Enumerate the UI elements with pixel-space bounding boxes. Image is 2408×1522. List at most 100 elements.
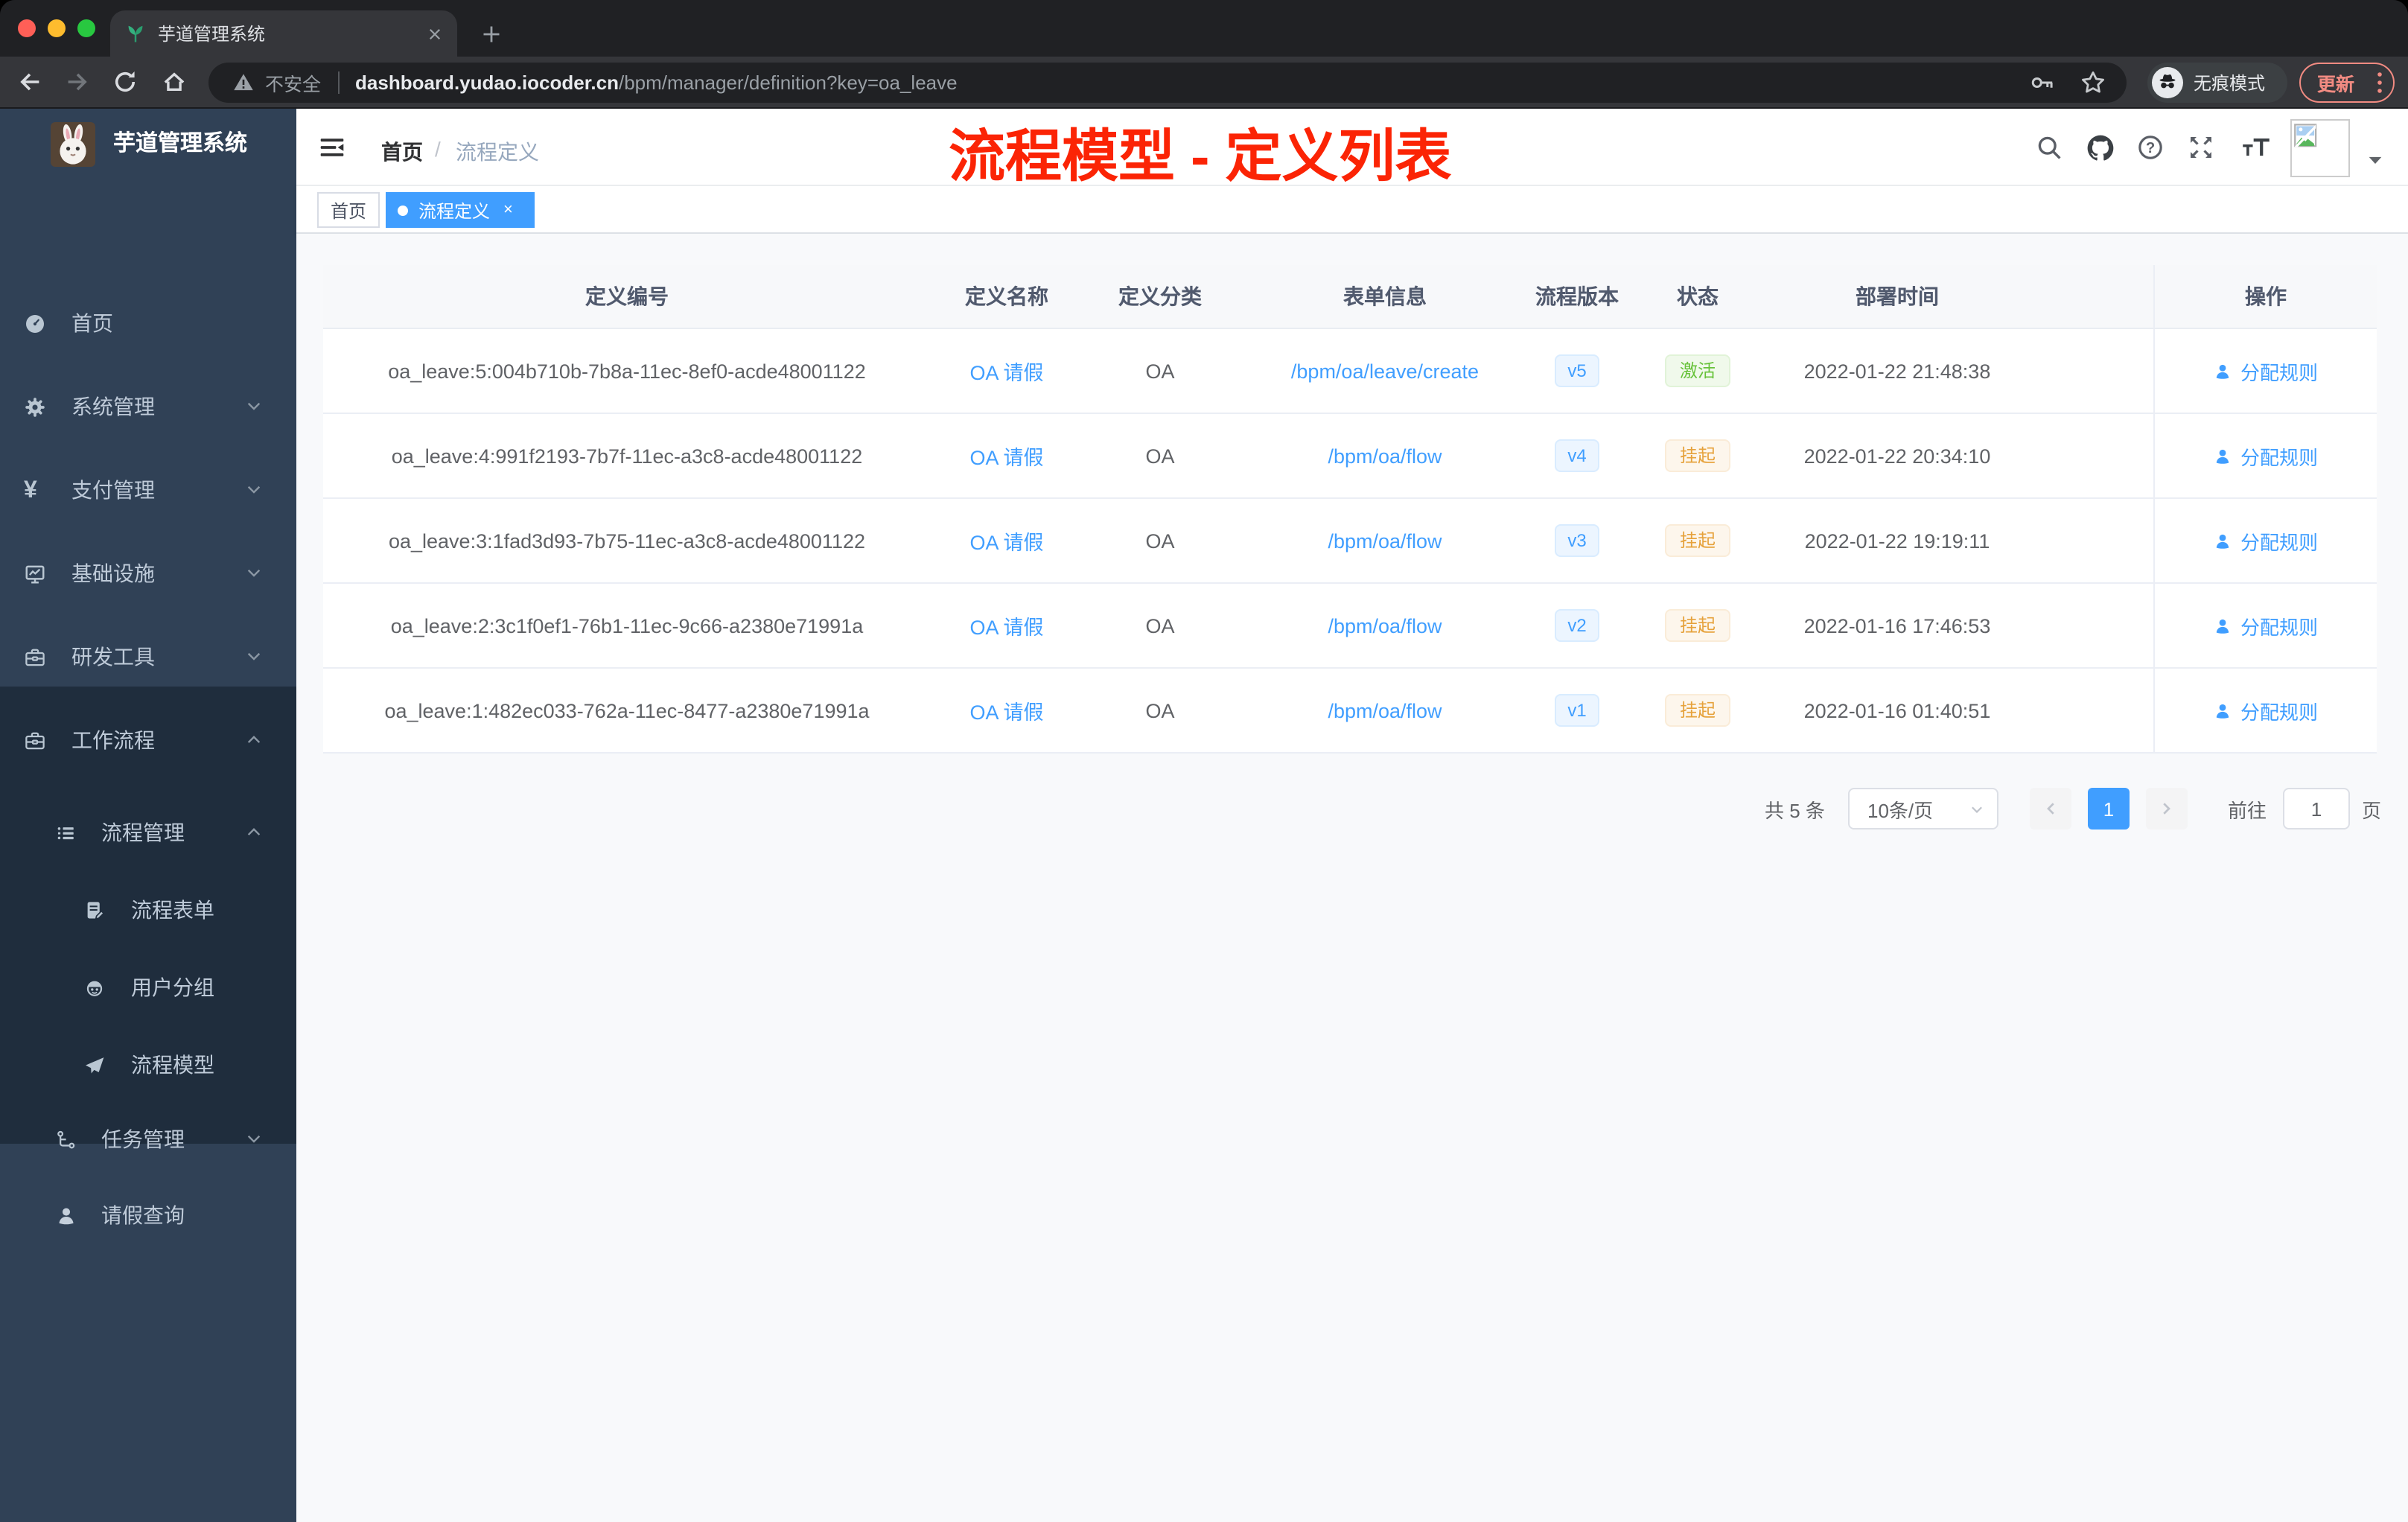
definition-id: oa_leave:1:482ec033-762a-11ec-8477-a2380… [323, 669, 931, 754]
tag-process-definition[interactable]: 流程定义 × [386, 192, 535, 228]
home-icon[interactable] [161, 69, 188, 95]
form-link[interactable]: /bpm/oa/leave/create [1291, 360, 1479, 382]
definition-name-link[interactable]: OA 请假 [969, 441, 1043, 471]
github-icon[interactable] [2086, 134, 2114, 161]
column-header: 部署时间 [1774, 265, 2021, 329]
goto-label: 前往 [2228, 799, 2267, 821]
breadcrumb-separator: / [435, 137, 441, 161]
address-bar[interactable]: 不安全 dashboard.yudao.iocoder.cn/bpm/manag… [208, 63, 2127, 103]
sidebar-item-user-group[interactable]: 用户分组 [0, 958, 296, 1017]
sidebar-item-workflow[interactable]: 工作流程 [0, 710, 296, 770]
pagination-total: 共 5 条 [1765, 799, 1825, 821]
definition-category: OA [1083, 669, 1238, 754]
url-path: /bpm/manager/definition?key=oa_leave [619, 71, 958, 94]
definition-id: oa_leave:3:1fad3d93-7b75-11ec-a3c8-acde4… [323, 499, 931, 584]
search-icon[interactable] [2036, 134, 2063, 161]
font-size-icon[interactable] [2241, 134, 2270, 161]
form-link[interactable]: /bpm/oa/flow [1328, 699, 1442, 722]
reload-icon[interactable] [112, 69, 138, 95]
table-row: oa_leave:3:1fad3d93-7b75-11ec-a3c8-acde4… [323, 499, 2377, 584]
form-link[interactable]: /bpm/oa/flow [1328, 529, 1442, 552]
tab-close-icon[interactable] [427, 26, 442, 41]
logo-avatar [51, 122, 95, 167]
tag-home[interactable]: 首页 [317, 192, 380, 228]
assign-rule-button[interactable]: 分配规则 [2214, 611, 2318, 640]
column-header: 定义名称 [931, 265, 1083, 329]
chevron-up-icon [244, 730, 264, 749]
version-badge: v3 [1554, 524, 1600, 557]
incognito-icon [2152, 67, 2183, 98]
browser-update-button[interactable]: 更新 [2299, 63, 2395, 103]
page-size-select[interactable]: 10条/页 [1848, 788, 1998, 830]
caret-down-icon[interactable] [2368, 155, 2383, 165]
update-label[interactable]: 更新 [2317, 69, 2354, 97]
filler-cell [2021, 499, 2153, 584]
sidebar-item-task-management[interactable]: 任务管理 [0, 1109, 296, 1169]
form-link[interactable]: /bpm/oa/flow [1328, 614, 1442, 637]
window-close-button[interactable] [18, 19, 36, 37]
filler-cell [2021, 584, 2153, 669]
sidebar-item-infrastructure[interactable]: 基础设施 [0, 544, 296, 603]
app-logo-title: 芋道管理系统 [113, 131, 248, 156]
assign-rule-button[interactable]: 分配规则 [2214, 696, 2318, 725]
back-icon[interactable] [16, 69, 43, 95]
browser-tab[interactable]: 芋道管理系统 [110, 10, 457, 57]
next-page-button[interactable] [2146, 788, 2188, 830]
tab-title: 芋道管理系统 [158, 24, 266, 45]
new-tab-button[interactable] [474, 16, 509, 52]
sidebar-item-home[interactable]: 首页 [0, 293, 296, 353]
browser-menu-icon[interactable] [2377, 71, 2383, 94]
tag-close-icon[interactable]: × [503, 201, 513, 218]
breadcrumb-home[interactable]: 首页 [381, 137, 423, 167]
goto-page-input[interactable] [2283, 788, 2350, 830]
page-unit-label: 页 [2362, 799, 2382, 821]
column-header-filler [2021, 265, 2153, 329]
current-page-button[interactable]: 1 [2088, 788, 2130, 830]
tree-list-icon [55, 821, 77, 844]
sidebar-item-dev-tools[interactable]: 研发工具 [0, 627, 296, 687]
status-badge: 挂起 [1664, 694, 1730, 727]
definition-category: OA [1083, 584, 1238, 669]
table-row: oa_leave:2:3c1f0ef1-76b1-11ec-9c66-a2380… [323, 584, 2377, 669]
column-header: 定义分类 [1083, 265, 1238, 329]
divider [337, 71, 340, 94]
version-badge: v2 [1554, 609, 1600, 642]
monitor-icon [24, 562, 46, 585]
definition-name-link[interactable]: OA 请假 [969, 356, 1043, 386]
definition-id: oa_leave:4:991f2193-7b7f-11ec-a3c8-acde4… [323, 414, 931, 499]
sidebar-item-process-management[interactable]: 流程管理 [0, 803, 296, 862]
chevron-up-icon [244, 822, 264, 841]
bookmark-star-icon[interactable] [2080, 70, 2106, 95]
sidebar-item-leave-query[interactable]: 请假查询 [0, 1185, 296, 1245]
assign-rule-button[interactable]: 分配规则 [2214, 526, 2318, 555]
task-branch-icon [55, 1128, 77, 1150]
avatar[interactable] [2290, 119, 2350, 177]
sidebar-item-system[interactable]: 系统管理 [0, 377, 296, 436]
definition-name-link[interactable]: OA 请假 [969, 611, 1043, 640]
paper-plane-icon [83, 1054, 106, 1076]
window-minimize-button[interactable] [48, 19, 66, 37]
help-icon[interactable]: ? [2137, 134, 2164, 161]
form-link[interactable]: /bpm/oa/flow [1328, 445, 1442, 467]
sidebar-item-payment[interactable]: ¥ 支付管理 [0, 460, 296, 520]
window-zoom-button[interactable] [77, 19, 95, 37]
definition-category: OA [1083, 329, 1238, 414]
fullscreen-icon[interactable] [2188, 134, 2214, 161]
assign-rule-button[interactable]: 分配规则 [2214, 357, 2318, 385]
forward-icon[interactable] [64, 69, 91, 95]
deploy-time: 2022-01-16 17:46:53 [1774, 584, 2021, 669]
security-label[interactable]: 不安全 [265, 69, 321, 97]
hamburger-icon[interactable] [319, 134, 345, 161]
definition-name-link[interactable]: OA 请假 [969, 526, 1043, 555]
assign-rule-button[interactable]: 分配规则 [2214, 442, 2318, 470]
sidebar-item-process-model[interactable]: 流程模型 [0, 1035, 296, 1095]
status-badge: 挂起 [1664, 439, 1730, 472]
definition-name-link[interactable]: OA 请假 [969, 695, 1043, 725]
column-header: 定义编号 [323, 265, 931, 329]
prev-page-button[interactable] [2030, 788, 2071, 830]
sidebar-item-process-form[interactable]: 流程表单 [0, 880, 296, 940]
briefcase-icon [24, 729, 46, 751]
key-icon[interactable] [2030, 70, 2055, 95]
browser-window: 芋道管理系统 不安全 dashboard.yudao.iocoder.cn/bp… [0, 0, 2408, 1522]
incognito-label: 无痕模式 [2194, 73, 2266, 94]
